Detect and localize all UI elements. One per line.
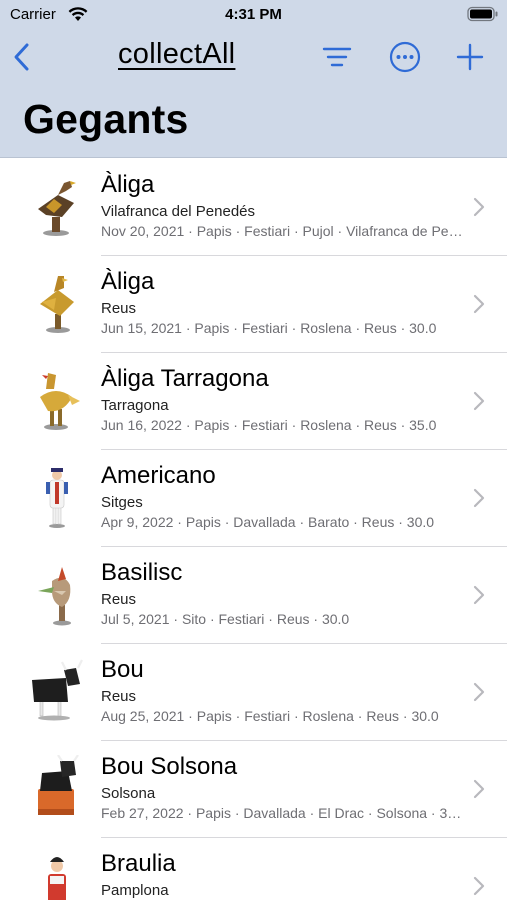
- item-name: Àliga: [101, 268, 155, 295]
- items-list: Àliga Vilafranca del Penedés Nov 20, 202…: [0, 159, 507, 900]
- item-details: Jun 16, 2022 · Papis · Festiari · Roslen…: [101, 417, 437, 433]
- item-subtitle: Tarragona: [101, 397, 169, 414]
- dragon-figure-icon: [38, 567, 71, 626]
- navigation-bar: collectAll: [0, 35, 507, 79]
- item-details: Jun 15, 2021 · Papis · Festiari · Roslen…: [101, 320, 437, 336]
- chevron-right-icon: [473, 294, 485, 314]
- item-name: Basilisc: [101, 559, 183, 586]
- item-details: Aug 25, 2021 · Papis · Festiari · Roslen…: [101, 708, 439, 724]
- chevron-right-icon: [473, 488, 485, 508]
- chevron-right-icon: [473, 391, 485, 411]
- item-name: Braulia: [101, 850, 176, 877]
- bull-figure-icon: [32, 659, 83, 721]
- item-subtitle: Vilafranca del Penedés: [101, 203, 255, 220]
- item-subtitle: Reus: [101, 300, 137, 317]
- page-title: Gegants: [23, 96, 189, 142]
- person-figure-icon: [46, 468, 68, 528]
- eagle-figure-icon: [40, 276, 74, 333]
- chevron-right-icon: [473, 585, 485, 605]
- item-name: Bou: [101, 656, 144, 683]
- chevron-right-icon: [473, 197, 485, 217]
- add-icon[interactable]: [453, 40, 487, 74]
- item-details: Apr 9, 2022 · Papis · Davallada · Barato…: [101, 514, 435, 530]
- back-chevron-icon[interactable]: [10, 41, 34, 73]
- more-options-icon[interactable]: [388, 40, 422, 74]
- item-details: Jul 5, 2021 · Sito · Festiari · Reus · 3…: [101, 611, 350, 627]
- item-subtitle: Pamplona: [101, 882, 169, 899]
- list-item[interactable]: Bou Solsona Solsona Feb 27, 2022 · Papis…: [0, 741, 507, 838]
- chevron-right-icon: [473, 876, 485, 896]
- list-item[interactable]: Basilisc Reus Jul 5, 2021 · Sito · Festi…: [0, 547, 507, 644]
- chevron-right-icon: [473, 779, 485, 799]
- list-item[interactable]: Àliga Vilafranca del Penedés Nov 20, 202…: [0, 159, 507, 256]
- status-bar: Carrier 4:31 PM: [0, 0, 507, 30]
- battery-icon: [467, 6, 498, 22]
- item-name: Bou Solsona: [101, 753, 238, 780]
- item-subtitle: Reus: [101, 688, 137, 705]
- list-item[interactable]: Americano Sitges Apr 9, 2022 · Papis · D…: [0, 450, 507, 547]
- item-name: Americano: [101, 462, 216, 489]
- item-subtitle: Solsona: [101, 785, 156, 802]
- item-details: Feb 27, 2022 · Papis · Davallada · El Dr…: [101, 805, 466, 821]
- list-item[interactable]: Bou Reus Aug 25, 2021 · Papis · Festiari…: [0, 644, 507, 741]
- status-time: 4:31 PM: [225, 6, 282, 23]
- list-item[interactable]: Braulia Pamplona: [0, 838, 507, 900]
- item-details: Nov 20, 2021 · Papis · Festiari · Pujol …: [101, 223, 466, 239]
- item-subtitle: Sitges: [101, 494, 143, 511]
- item-name: Àliga Tarragona: [101, 365, 269, 392]
- eagle-figure-icon: [38, 181, 76, 236]
- chevron-right-icon: [473, 682, 485, 702]
- item-subtitle: Reus: [101, 591, 137, 608]
- item-name: Àliga: [101, 171, 155, 198]
- bull-figure-icon: [38, 755, 79, 815]
- eagle-figure-icon: [40, 373, 80, 430]
- list-item[interactable]: Àliga Tarragona Tarragona Jun 16, 2022 ·…: [0, 353, 507, 450]
- header: Carrier 4:31 PM collectAll Gegants: [0, 0, 507, 158]
- app-title: collectAll: [118, 38, 236, 70]
- filter-sort-icon[interactable]: [320, 40, 354, 74]
- person-figure-icon: [48, 857, 66, 900]
- list-item[interactable]: Àliga Reus Jun 15, 2021 · Papis · Festia…: [0, 256, 507, 353]
